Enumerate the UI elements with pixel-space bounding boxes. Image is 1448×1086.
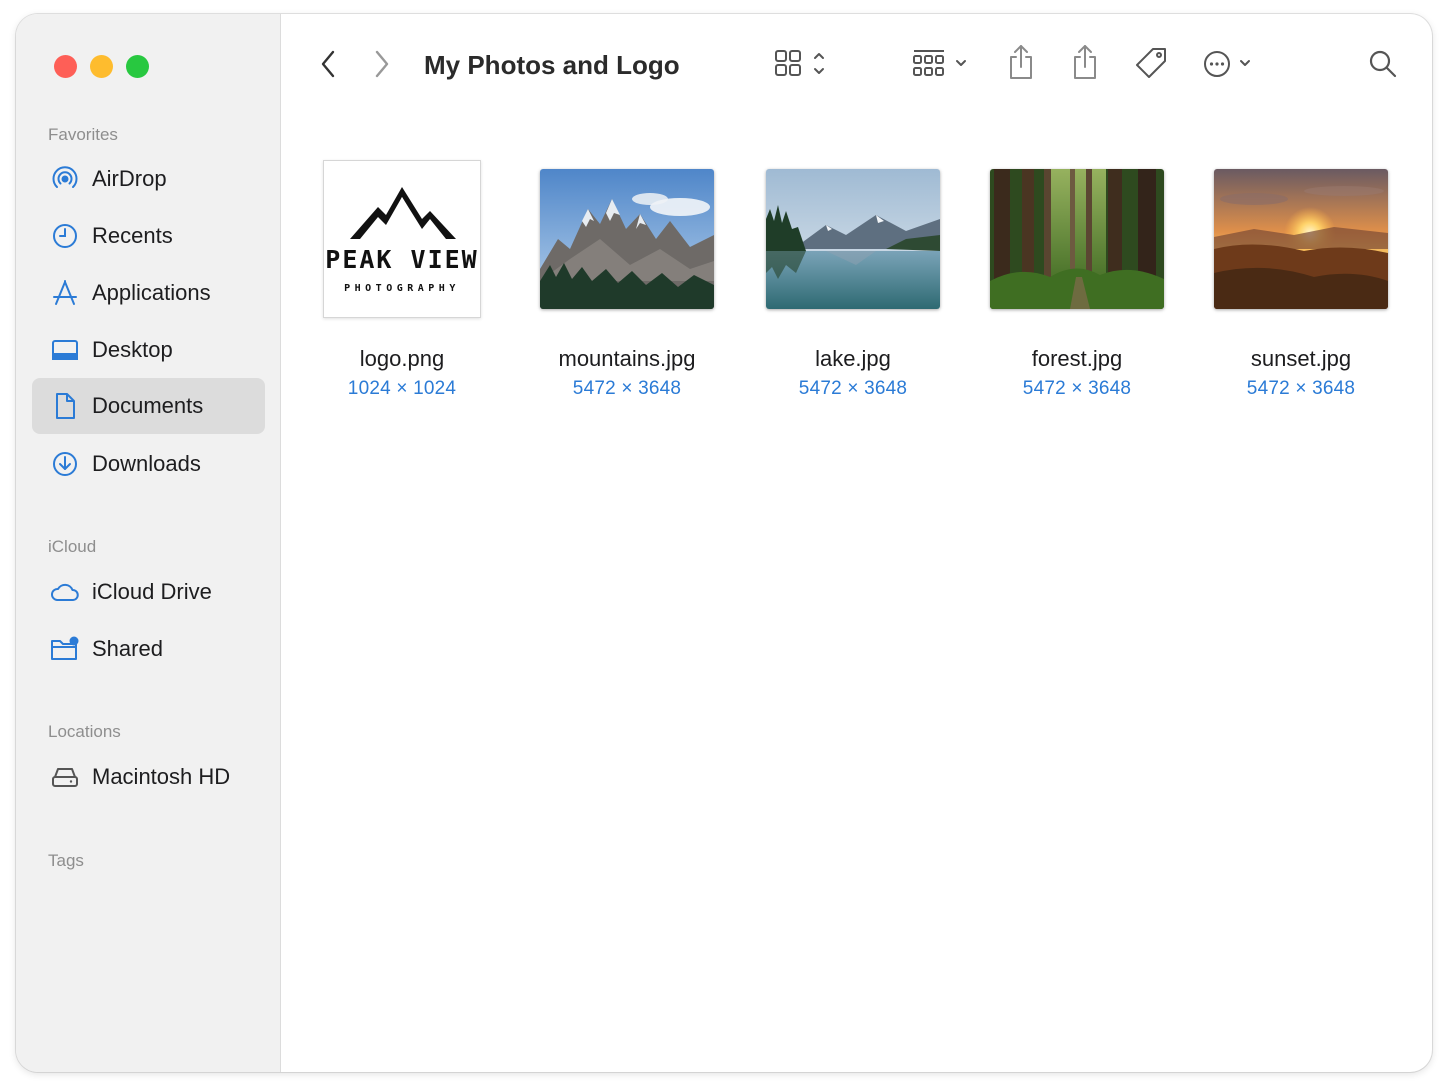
mountains-thumbnail — [540, 169, 714, 309]
section-title-locations: Locations — [48, 722, 121, 741]
forward-icon — [374, 50, 390, 83]
sidebar-item-label: Downloads — [92, 451, 201, 476]
file-dimensions: 5472 × 3648 — [1246, 378, 1356, 399]
lake-thumbnail — [766, 169, 940, 309]
cloud-icon — [50, 577, 80, 607]
sunset-thumbnail — [1214, 169, 1388, 309]
forest-thumbnail — [990, 169, 1164, 309]
sidebar-item-applications[interactable]: Applications — [32, 265, 265, 321]
sidebar-item-label: Shared — [92, 636, 163, 661]
sidebar-item-airdrop[interactable]: AirDrop — [32, 151, 265, 207]
share-icon — [1070, 43, 1100, 86]
sidebar-item-label: Documents — [92, 393, 204, 418]
file-name: logo.png — [359, 346, 445, 371]
file-dimensions: 5472 × 3648 — [1022, 378, 1132, 399]
desktop-icon — [50, 335, 80, 365]
logo-subtitle-text: PHOTOGRAPHY — [344, 283, 460, 294]
file-dimensions: 5472 × 3648 — [572, 378, 682, 399]
file-name: mountains.jpg — [558, 346, 696, 371]
logo-title-text: PEAK VIEW — [325, 245, 479, 274]
window-title: My Photos and Logo — [424, 50, 680, 80]
tag-button[interactable] — [1134, 46, 1170, 84]
tag-icon — [1135, 46, 1169, 85]
logo-thumbnail: PEAK VIEW PHOTOGRAPHY — [323, 160, 481, 318]
shared-folder-icon — [50, 634, 80, 664]
close-button[interactable] — [54, 55, 77, 78]
sidebar-item-documents[interactable]: Documents — [32, 378, 265, 434]
sidebar-item-desktop[interactable]: Desktop — [32, 322, 265, 378]
file-item-logo[interactable]: PEAK VIEW PHOTOGRAPHY logo.png 1024 × 10… — [302, 154, 502, 400]
airdrop-icon — [50, 164, 80, 194]
sidebar-item-label: iCloud Drive — [92, 579, 212, 604]
search-button[interactable] — [1366, 48, 1400, 84]
file-item-mountains[interactable]: mountains.jpg 5472 × 3648 — [527, 154, 727, 400]
sidebar-item-shared[interactable]: Shared — [32, 621, 265, 677]
sidebar-item-label: Applications — [92, 280, 211, 305]
file-name: forest.jpg — [1031, 346, 1123, 371]
minimize-button[interactable] — [90, 55, 113, 78]
group-icon — [910, 47, 972, 86]
back-button[interactable] — [314, 50, 342, 82]
document-icon — [50, 391, 80, 421]
file-dimensions: 1024 × 1024 — [347, 378, 457, 399]
hard-drive-icon — [50, 762, 80, 792]
sidebar-item-icloud-drive[interactable]: iCloud Drive — [32, 564, 265, 620]
section-title-tags: Tags — [48, 851, 84, 870]
window-controls — [54, 55, 149, 78]
sidebar-item-label: Desktop — [92, 337, 173, 362]
share-button[interactable] — [1004, 44, 1038, 84]
finder-window: Favorites AirDrop Recents Applications D… — [16, 14, 1432, 1072]
share-button-secondary[interactable] — [1068, 44, 1102, 84]
group-button[interactable] — [910, 48, 972, 84]
file-dimensions: 5472 × 3648 — [798, 378, 908, 399]
more-icon — [1200, 47, 1260, 86]
file-item-sunset[interactable]: sunset.jpg 5472 × 3648 — [1201, 154, 1401, 400]
sidebar-item-macintosh-hd[interactable]: Macintosh HD — [32, 749, 265, 805]
back-icon — [320, 50, 336, 83]
forward-button[interactable] — [368, 50, 396, 82]
section-title-favorites: Favorites — [48, 125, 118, 144]
file-item-forest[interactable]: forest.jpg 5472 × 3648 — [977, 154, 1177, 400]
sidebar-item-recents[interactable]: Recents — [32, 208, 265, 264]
file-name: lake.jpg — [815, 346, 891, 371]
sidebar-item-label: Macintosh HD — [92, 764, 231, 789]
file-name: sunset.jpg — [1250, 346, 1352, 371]
more-actions-button[interactable] — [1200, 48, 1260, 84]
sidebar-item-downloads[interactable]: Downloads — [32, 436, 265, 492]
search-icon — [1368, 49, 1398, 84]
sidebar: Favorites AirDrop Recents Applications D… — [16, 14, 281, 1072]
mountain-logo-icon — [350, 187, 456, 239]
file-item-lake[interactable]: lake.jpg 5472 × 3648 — [753, 154, 953, 400]
view-mode-button[interactable] — [772, 48, 832, 84]
applications-icon — [50, 278, 80, 308]
sidebar-item-label: Recents — [92, 223, 173, 248]
icon-view-icon — [772, 47, 832, 86]
zoom-button[interactable] — [126, 55, 149, 78]
download-icon — [50, 449, 80, 479]
section-title-icloud: iCloud — [48, 537, 97, 556]
share-icon — [1006, 43, 1036, 86]
clock-icon — [50, 221, 80, 251]
sidebar-item-label: AirDrop — [92, 166, 167, 191]
